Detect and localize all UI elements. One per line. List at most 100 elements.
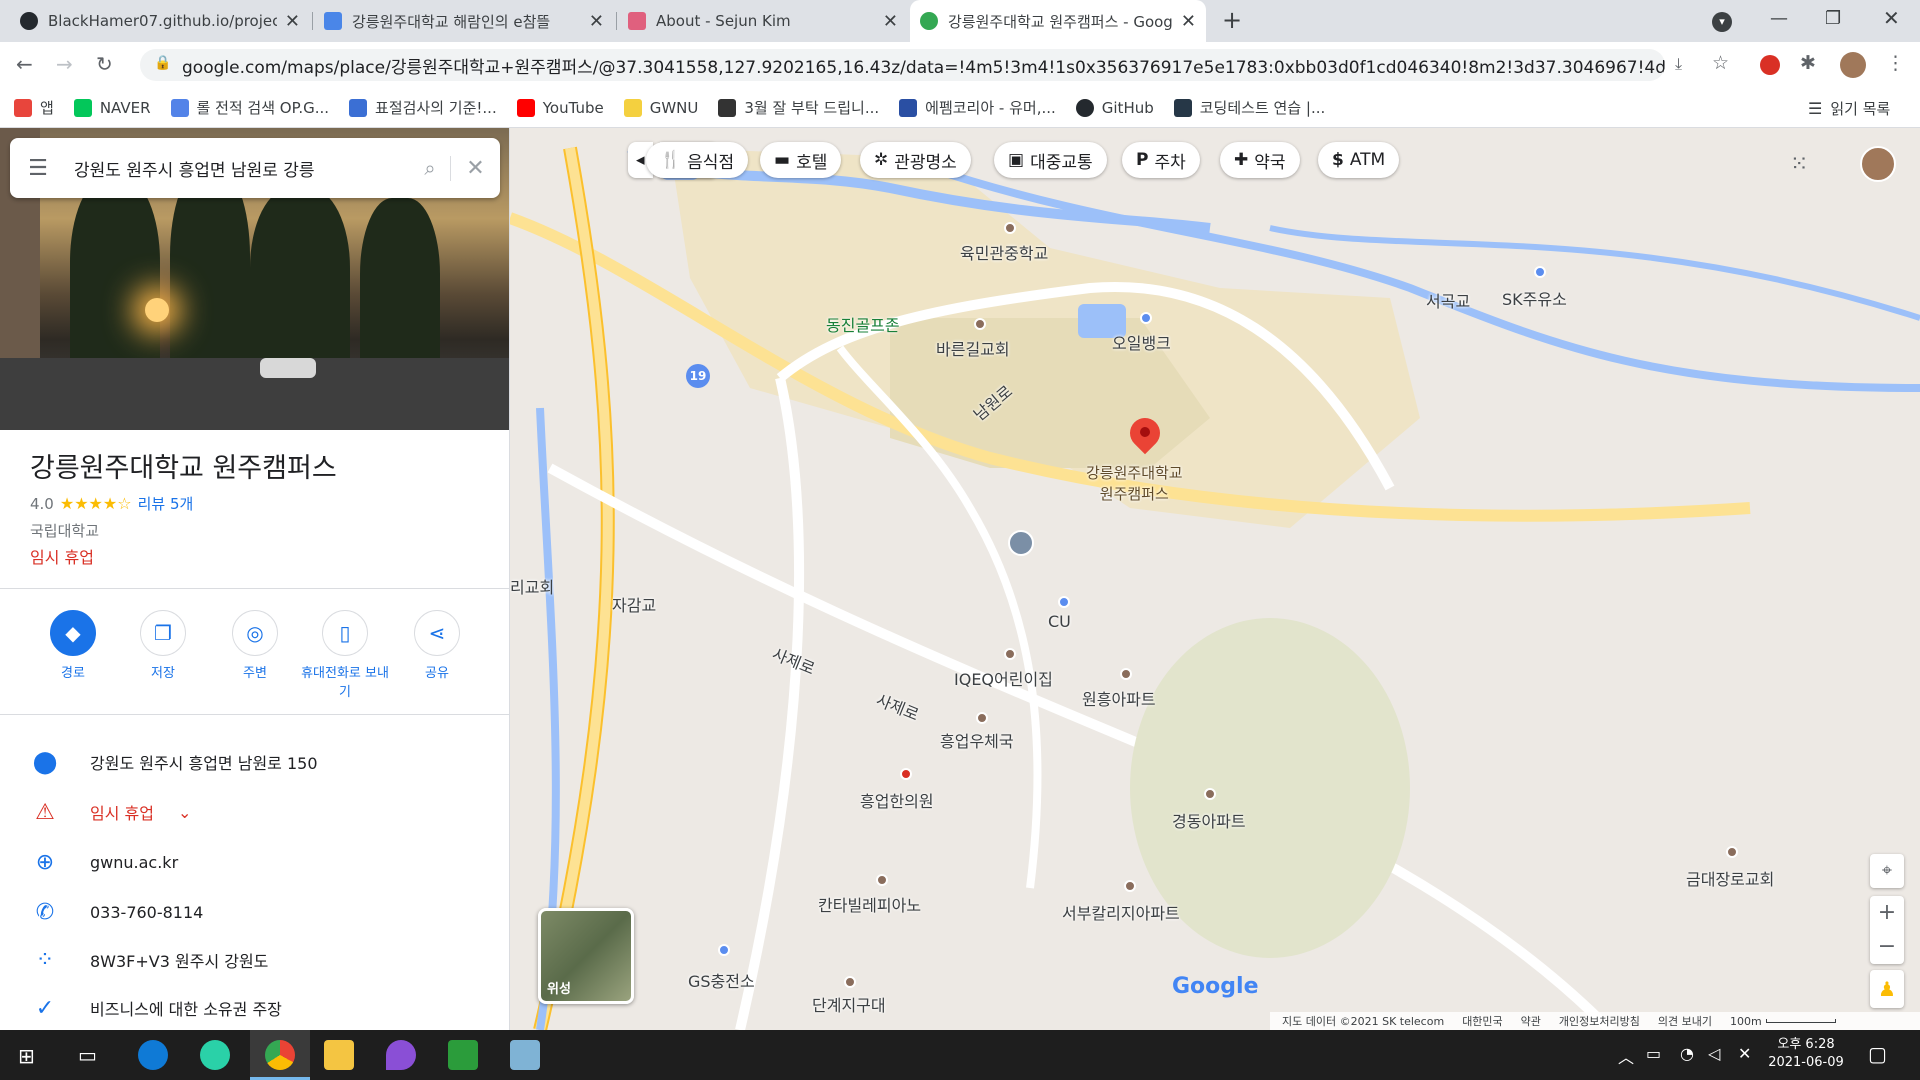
music-poi-icon[interactable] <box>876 874 888 886</box>
bookmark-coding-test[interactable]: 코딩테스트 연습 |... <box>1173 97 1325 118</box>
share-button[interactable]: ⋖ 공유 <box>392 610 482 681</box>
tab-search-icon[interactable]: ▾ <box>1712 12 1732 32</box>
pegman-icon[interactable]: ♟ <box>1870 970 1904 1008</box>
tab-google-maps[interactable]: 강릉원주대학교 원주캠퍼스 - Google 지도 ✕ <box>910 0 1206 42</box>
close-icon[interactable]: ✕ <box>1181 11 1196 32</box>
zoom-out-icon[interactable]: − <box>1870 930 1904 964</box>
map-label[interactable]: 칸타빌레피아노 <box>818 892 921 916</box>
chrome-taskbar-button[interactable] <box>250 1030 310 1080</box>
church-poi-icon[interactable] <box>974 318 986 330</box>
post-office-icon[interactable] <box>976 712 988 724</box>
app-drop-icon[interactable] <box>386 1040 416 1070</box>
satellite-layer-toggle[interactable]: 위성 <box>538 908 634 1004</box>
menu-icon[interactable]: ⋮ <box>1886 52 1905 74</box>
website-row[interactable]: ⊕ gwnu.ac.kr <box>0 838 509 886</box>
save-button[interactable]: ❐ 저장 <box>118 610 208 681</box>
close-icon[interactable]: ✕ <box>589 11 604 32</box>
childcare-poi-icon[interactable] <box>1004 648 1016 660</box>
phone-row[interactable]: ✆ 033-760-8114 <box>0 888 509 936</box>
map-label[interactable]: 육민관중학교 <box>960 240 1048 264</box>
search-box[interactable]: ☰ 강원도 원주시 흥업면 남원로 강릉 ⌕ ✕ <box>10 138 500 198</box>
address-row[interactable]: ⬤ 강원도 원주시 흥업면 남원로 150 <box>0 738 509 786</box>
my-location-icon[interactable]: ⌖ <box>1870 854 1904 888</box>
map-label[interactable]: 서부칼리지아파트 <box>1062 900 1180 924</box>
hamburger-menu-icon[interactable]: ☰ <box>10 156 66 181</box>
account-avatar[interactable] <box>1860 146 1896 182</box>
search-input[interactable]: 강원도 원주시 흥업면 남원로 강릉 <box>74 156 410 181</box>
gas-station-icon[interactable] <box>1140 312 1152 324</box>
volume-icon[interactable]: ◁ <box>1708 1044 1720 1063</box>
map-label[interactable]: 동진골프존 <box>826 312 900 336</box>
map-label[interactable]: 흥업우체국 <box>940 728 1014 752</box>
chip-attractions[interactable]: ✲ 관광명소 <box>860 142 971 178</box>
directions-button[interactable]: ◆ 경로 <box>28 610 118 681</box>
chip-hotels[interactable]: ▬ 호텔 <box>760 142 842 178</box>
map-label[interactable]: IQEQ어린이집 <box>954 666 1053 690</box>
bookmark-plagiarism[interactable]: 표절검사의 기준!... <box>349 97 497 118</box>
minimize-icon[interactable]: — <box>1770 8 1788 29</box>
chip-transit[interactable]: ▣ 대중교통 <box>994 142 1107 178</box>
scale-label[interactable]: 100m <box>1730 1015 1762 1028</box>
map-label[interactable]: CU <box>1048 612 1071 631</box>
map-label[interactable]: 바른길교회 <box>936 336 1010 360</box>
plus-code-row[interactable]: ⁘ 8W3F+V3 원주시 강원도 <box>0 936 509 984</box>
zoom-in-icon[interactable]: + <box>1870 896 1904 930</box>
reading-list[interactable]: ☰ 읽기 목록 <box>1808 98 1890 119</box>
place-marker-icon[interactable] <box>1123 411 1167 458</box>
task-view-icon[interactable]: ▭ <box>78 1043 97 1067</box>
bookmark-apps[interactable]: 앱 <box>14 97 54 118</box>
bookmark-github[interactable]: GitHub <box>1075 98 1154 117</box>
terms-link[interactable]: 약관 <box>1521 1013 1541 1029</box>
address-bar[interactable]: 🔒 google.com/maps/place/강릉원주대학교+원주캠퍼스/@3… <box>140 49 1665 81</box>
extension-badge-icon[interactable] <box>1760 55 1780 75</box>
notification-icon[interactable]: ▢ <box>1868 1042 1887 1066</box>
home-poi-icon[interactable] <box>1124 880 1136 892</box>
new-tab-icon[interactable]: + <box>1222 6 1242 34</box>
edge-icon[interactable] <box>138 1040 168 1070</box>
clinic-poi-icon[interactable] <box>900 768 912 780</box>
bookmark-march[interactable]: 3월 잘 부탁 드립니... <box>718 97 879 118</box>
clear-search-icon[interactable]: ✕ <box>450 155 500 181</box>
feedback-link[interactable]: 의견 보내기 <box>1658 1013 1712 1029</box>
app-notes-icon[interactable] <box>510 1040 540 1070</box>
map-label[interactable]: 서곡교 <box>1426 288 1470 312</box>
install-icon[interactable]: ⤓ <box>1675 54 1682 74</box>
bookmark-naver[interactable]: NAVER <box>73 98 151 117</box>
google-apps-icon[interactable]: ⁙ <box>1790 152 1808 177</box>
reload-icon[interactable]: ↻ <box>96 52 113 76</box>
tab-about[interactable]: About - Sejun Kim ✕ <box>618 0 908 42</box>
gas-station-icon[interactable] <box>1534 266 1546 278</box>
wifi-icon[interactable]: ◔ <box>1680 1044 1694 1063</box>
profile-avatar[interactable] <box>1840 52 1866 78</box>
bookmark-fmkorea[interactable]: 에펨코리아 - 유머,... <box>899 97 1056 118</box>
tab-github[interactable]: BlackHamer07.github.io/projects ✕ <box>10 0 310 42</box>
windows-start-icon[interactable]: ⊞ <box>18 1044 35 1068</box>
place-category[interactable]: 국립대학교 <box>30 520 99 541</box>
extensions-icon[interactable]: ✱ <box>1800 52 1816 74</box>
tab-eclass[interactable]: 강릉원주대학교 해람인의 e참뜰 ✕ <box>314 0 614 42</box>
store-poi-icon[interactable] <box>1058 596 1070 608</box>
privacy-link[interactable]: 개인정보처리방침 <box>1559 1013 1640 1029</box>
clock[interactable]: 오후 6:28 2021-06-09 <box>1766 1036 1846 1072</box>
country-link[interactable]: 대한민국 <box>1462 1013 1502 1029</box>
claim-business-row[interactable]: ✓ 비즈니스에 대한 소유권 주장 <box>0 984 509 1030</box>
map-label[interactable]: 리교회 <box>510 574 554 598</box>
chevron-down-icon[interactable]: ⌄ <box>178 803 191 822</box>
chevron-up-icon[interactable]: ︿ <box>1618 1044 1634 1068</box>
close-icon[interactable]: ✕ <box>883 11 898 32</box>
chip-atm[interactable]: $ ATM <box>1318 142 1400 178</box>
map-label[interactable]: 원흥아파트 <box>1082 686 1156 710</box>
map-label[interactable]: 자감교 <box>612 592 656 616</box>
map-label[interactable]: 오일뱅크 <box>1112 330 1171 354</box>
bookmark-opgg[interactable]: 롤 전적 검색 OP.G... <box>170 97 329 118</box>
file-explorer-icon[interactable] <box>324 1040 354 1070</box>
map-label[interactable]: 경동아파트 <box>1172 808 1246 832</box>
map-label[interactable]: SK주유소 <box>1502 286 1567 310</box>
bookmark-gwnu[interactable]: GWNU <box>623 98 698 117</box>
nearby-button[interactable]: ◎ 주변 <box>210 610 300 681</box>
map-label[interactable]: 금대장로교회 <box>1686 866 1774 890</box>
charging-station-icon[interactable] <box>718 944 730 956</box>
search-icon[interactable]: ⌕ <box>410 156 450 180</box>
app-icon[interactable] <box>200 1040 230 1070</box>
landmark-icon[interactable] <box>1008 530 1034 556</box>
